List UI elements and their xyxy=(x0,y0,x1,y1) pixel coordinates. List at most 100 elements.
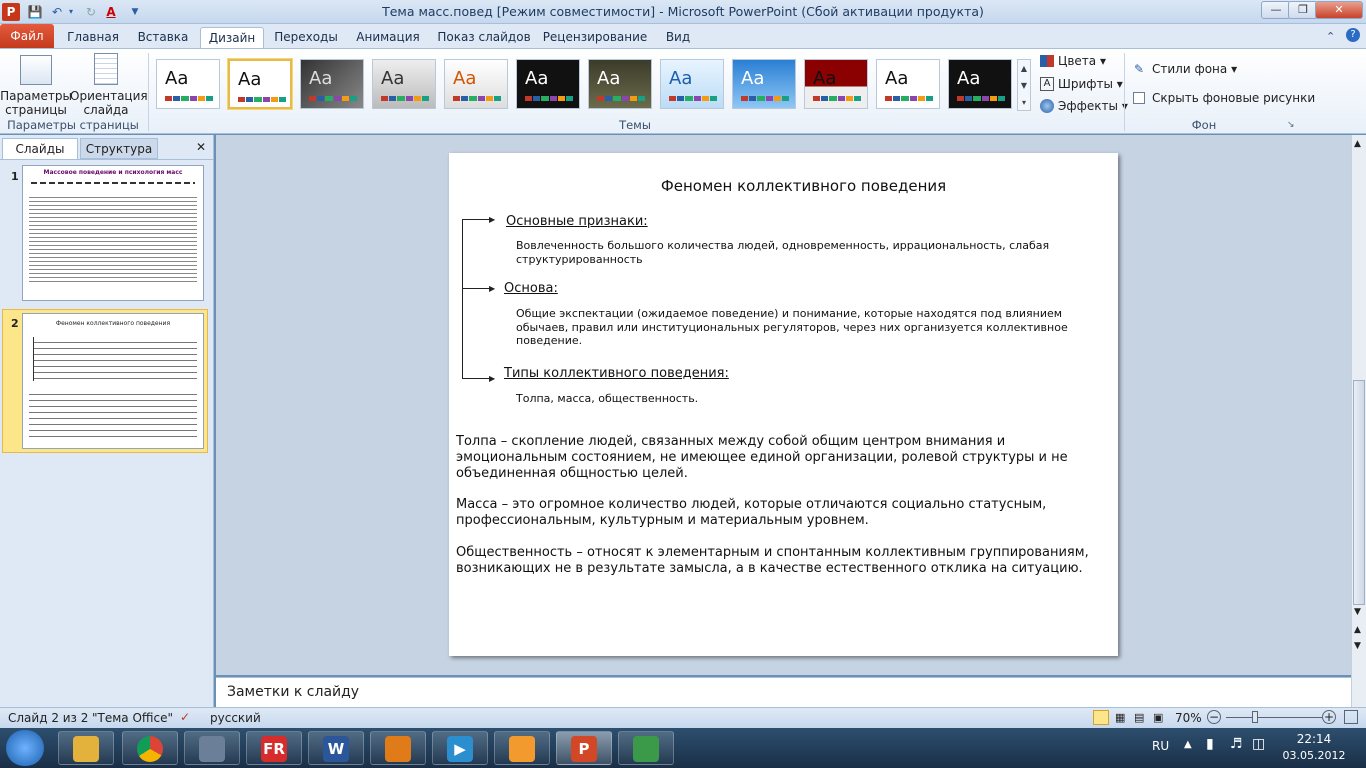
theme-sample-text: Aa xyxy=(885,68,909,89)
network-taskbar-button[interactable] xyxy=(184,731,240,765)
tab-slideshow[interactable]: Показ слайдов xyxy=(436,27,532,48)
theme-effects-button[interactable]: Эффекты ▾ xyxy=(1058,99,1128,113)
fit-to-window-icon[interactable] xyxy=(1344,710,1358,724)
reading-view-icon[interactable]: ▤ xyxy=(1134,711,1144,724)
tab-design[interactable]: Дизайн xyxy=(200,27,264,48)
slide-canvas[interactable]: Феномен коллективного поведения ▶ ▶ ▶ Ос… xyxy=(449,153,1118,656)
dialog-launcher-icon[interactable]: ↘ xyxy=(1287,120,1295,130)
tab-review[interactable]: Рецензирование xyxy=(542,27,648,48)
page-setup-button[interactable]: Параметры страницы xyxy=(0,89,72,117)
start-button[interactable] xyxy=(6,730,44,766)
pane-divider xyxy=(0,159,214,160)
clock-time[interactable]: 22:14 xyxy=(1284,732,1344,746)
slides-pane: Слайды Структура ✕ 1 Массовое поведение … xyxy=(0,135,214,707)
tab-animations[interactable]: Анимация xyxy=(350,27,426,48)
battery-icon[interactable]: ◫ xyxy=(1252,736,1265,752)
input-language[interactable]: RU xyxy=(1152,739,1169,753)
tab-home[interactable]: Главная xyxy=(62,27,124,48)
page-setup-group-label: Параметры страницы xyxy=(7,118,139,132)
media-taskbar-button[interactable]: ▶ xyxy=(432,731,488,765)
zoom-slider[interactable] xyxy=(1226,717,1322,718)
theme-thumbnail[interactable]: Aa xyxy=(948,59,1012,109)
close-button[interactable]: ✕ xyxy=(1315,1,1363,19)
theme-thumbnail[interactable]: Aa xyxy=(372,59,436,109)
slideshow-view-icon[interactable]: ▣ xyxy=(1153,711,1163,724)
theme-thumbnail[interactable]: Aa xyxy=(444,59,508,109)
scroll-down-icon[interactable]: ▼ xyxy=(1354,607,1361,617)
theme-thumbnail[interactable]: Aa xyxy=(804,59,868,109)
slide-sorter-icon[interactable]: ▦ xyxy=(1115,711,1125,724)
tab-view[interactable]: Вид xyxy=(658,27,698,48)
slide-thumbnail-1[interactable]: Массовое поведение и психология масс xyxy=(22,165,204,301)
theme-thumbnail[interactable]: Aa xyxy=(156,59,220,109)
language-indicator[interactable]: русский xyxy=(210,711,261,725)
close-pane-icon[interactable]: ✕ xyxy=(196,140,206,154)
hide-background-checkbox[interactable] xyxy=(1133,92,1145,104)
tab-file[interactable]: Файл xyxy=(0,24,54,48)
powerpoint-taskbar-button[interactable]: P xyxy=(556,731,612,765)
clock-date[interactable]: 03.05.2012 xyxy=(1278,749,1350,762)
tab-insert[interactable]: Вставка xyxy=(132,27,194,48)
tab-slides[interactable]: Слайды xyxy=(2,138,78,159)
hide-background-label: Скрыть фоновые рисунки xyxy=(1152,91,1316,105)
minimize-button[interactable]: — xyxy=(1261,1,1291,19)
powerpoint-icon: P xyxy=(571,736,597,762)
slide-orientation-button[interactable]: Ориентация слайда xyxy=(70,89,148,117)
signal-icon[interactable]: ▮ xyxy=(1206,736,1214,752)
normal-view-icon[interactable] xyxy=(1093,710,1109,725)
theme-sample-text: Aa xyxy=(238,69,262,90)
notes-placeholder[interactable]: Заметки к слайду xyxy=(227,684,359,700)
help-icon[interactable]: ? xyxy=(1346,28,1360,42)
finereader-icon: FR xyxy=(261,736,287,762)
theme-color-swatches xyxy=(669,96,718,101)
theme-thumbnail[interactable]: Aa xyxy=(300,59,364,109)
butterfly-taskbar-button[interactable] xyxy=(494,731,550,765)
tray-expand-icon[interactable]: ▲ xyxy=(1184,739,1192,750)
scroll-up-icon[interactable]: ▲ xyxy=(1354,139,1361,149)
scroll-thumb[interactable] xyxy=(1353,380,1365,605)
theme-sample-text: Aa xyxy=(597,68,621,89)
zoom-slider-thumb[interactable] xyxy=(1252,711,1258,723)
finereader-taskbar-button[interactable]: FR xyxy=(246,731,302,765)
tab-outline[interactable]: Структура xyxy=(80,138,158,159)
theme-thumbnail[interactable]: Aa xyxy=(876,59,940,109)
spellcheck-icon[interactable]: ✓ xyxy=(180,710,190,724)
app-taskbar-button[interactable] xyxy=(618,731,674,765)
zoom-level[interactable]: 70% xyxy=(1175,711,1202,725)
definition-public: Общественность – относят к элементарным … xyxy=(456,545,1089,576)
theme-thumbnail[interactable]: Aa xyxy=(660,59,724,109)
theme-color-swatches xyxy=(165,96,214,101)
window-title: Тема масс.повед [Режим совместимости] - … xyxy=(382,4,984,19)
theme-color-swatches xyxy=(741,96,790,101)
theme-color-swatches xyxy=(813,96,862,101)
prev-slide-icon[interactable]: ▲ xyxy=(1354,625,1361,635)
background-styles-button[interactable]: Стили фона ▾ xyxy=(1152,62,1237,76)
zoom-in-icon[interactable]: + xyxy=(1322,710,1336,724)
title-bar: P 💾 ↶ ▾ ↻ A ▼ Тема масс.повед [Режим сов… xyxy=(0,0,1366,24)
slide-thumbnail-2[interactable]: Феномен коллективного поведения xyxy=(22,313,204,449)
slide-title[interactable]: Феномен коллективного поведения xyxy=(449,177,1158,195)
volume-icon[interactable]: ♬ xyxy=(1230,736,1243,752)
tab-transitions[interactable]: Переходы xyxy=(272,27,340,48)
notes-pane[interactable]: Заметки к слайду xyxy=(216,677,1351,707)
books-taskbar-button[interactable] xyxy=(370,731,426,765)
next-slide-icon[interactable]: ▼ xyxy=(1354,641,1361,651)
word-taskbar-button[interactable]: W xyxy=(308,731,364,765)
theme-thumbnail[interactable]: Aa xyxy=(588,59,652,109)
books-icon xyxy=(385,736,411,762)
taskbar: FR W ▶ P RU ▲ ▮ ♬ ◫ 22:14 03.05.2012 xyxy=(0,728,1366,768)
themes-scroll[interactable]: ▲ ▼ ▾ xyxy=(1017,59,1031,111)
chrome-taskbar-button[interactable] xyxy=(122,731,178,765)
theme-thumbnail[interactable]: Aa xyxy=(516,59,580,109)
theme-fonts-button[interactable]: Шрифты ▾ xyxy=(1058,77,1123,91)
theme-colors-button[interactable]: Цвета ▾ xyxy=(1058,54,1106,68)
theme-thumbnail[interactable]: Aa xyxy=(228,59,292,109)
status-bar: Слайд 2 из 2 "Тема Office" ✓ русский ▦ ▤… xyxy=(0,707,1366,728)
theme-name[interactable]: "Тема Office" xyxy=(92,711,173,725)
minimize-ribbon-icon[interactable]: ⌃ xyxy=(1326,30,1335,43)
explorer-taskbar-button[interactable] xyxy=(58,731,114,765)
restore-button[interactable]: ❐ xyxy=(1288,1,1318,19)
zoom-out-icon[interactable]: − xyxy=(1207,710,1221,724)
theme-thumbnail[interactable]: Aa xyxy=(732,59,796,109)
vertical-scrollbar[interactable]: ▲ ▼ ▲ ▼ xyxy=(1351,135,1366,707)
